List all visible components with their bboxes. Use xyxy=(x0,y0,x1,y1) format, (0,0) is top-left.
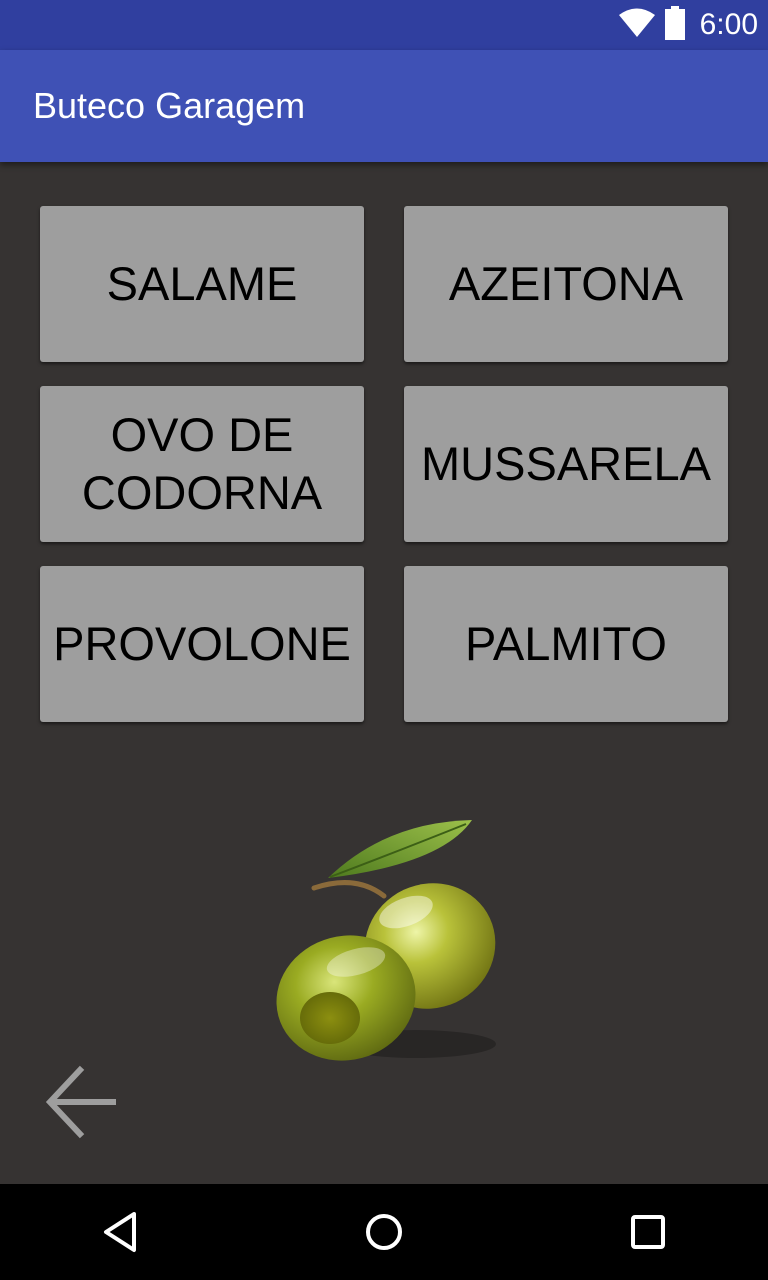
status-time: 6:00 xyxy=(699,8,758,41)
palmito-button[interactable]: PALMITO xyxy=(404,566,728,722)
battery-icon xyxy=(664,6,686,44)
app-bar: Buteco Garagem xyxy=(0,50,768,162)
ovo-de-codorna-button[interactable]: OVO DE CODORNA xyxy=(40,386,364,542)
back-arrow-icon[interactable] xyxy=(44,1064,120,1140)
olive-image xyxy=(266,812,506,1072)
status-icons: 6:00 xyxy=(618,0,758,50)
status-bar: 6:00 xyxy=(0,0,768,50)
back-triangle-icon[interactable] xyxy=(72,1184,168,1280)
mussarela-button[interactable]: MUSSARELA xyxy=(404,386,728,542)
recents-square-icon[interactable] xyxy=(600,1184,696,1280)
salame-button[interactable]: SALAME xyxy=(40,206,364,362)
provolone-button[interactable]: PROVOLONE xyxy=(40,566,364,722)
home-circle-icon[interactable] xyxy=(336,1184,432,1280)
wifi-icon xyxy=(618,8,656,42)
azeitona-button[interactable]: AZEITONA xyxy=(404,206,728,362)
navigation-bar xyxy=(0,1184,768,1280)
app-title: Buteco Garagem xyxy=(33,85,306,126)
